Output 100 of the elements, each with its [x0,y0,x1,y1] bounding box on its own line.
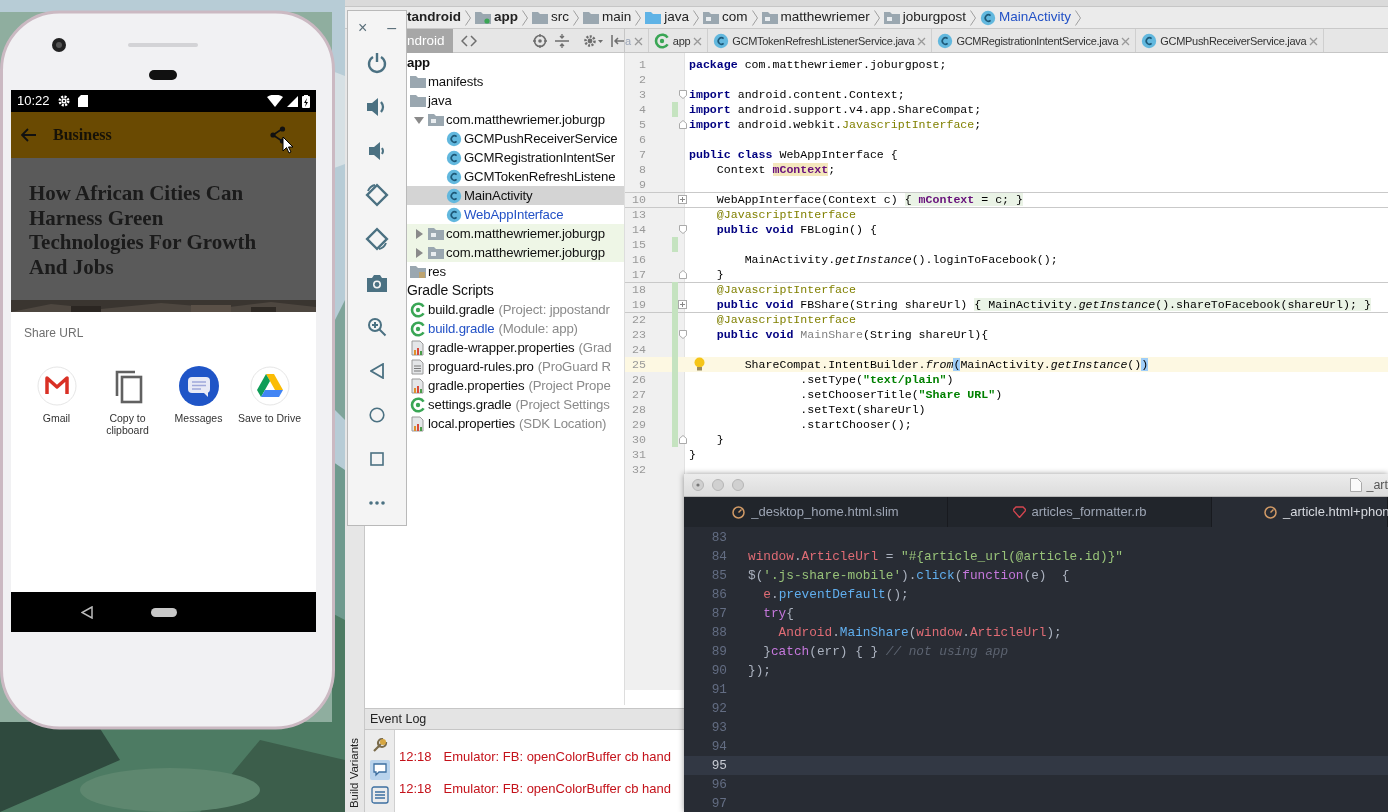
breadcrumb-item[interactable]: main [583,7,632,28]
fold-marker-icon[interactable] [678,330,687,339]
close-icon[interactable] [1309,36,1319,46]
tree-item[interactable]: app [407,53,624,72]
fold-marker-icon[interactable] [678,120,687,129]
tree-item[interactable]: local.properties (SDK Location) [407,414,624,433]
fold-marker-icon[interactable] [678,270,687,279]
zoom-in-icon[interactable] [367,317,387,337]
tree-item[interactable]: GCMPushReceiverService [407,129,624,148]
line-number: 17 [631,267,646,282]
overview-icon[interactable] [370,452,384,466]
cursor-icon [282,136,294,154]
code-line: public void FBLogin() { [715,222,877,237]
tree-item[interactable]: res [407,262,624,281]
back-icon[interactable] [370,363,384,379]
close-icon[interactable] [633,36,643,46]
tree-item[interactable]: MainActivity [407,186,624,205]
tree-item[interactable]: proguard-rules.pro (ProGuard R [407,357,624,376]
rotate-right-icon[interactable] [365,227,389,251]
more-icon[interactable] [369,501,385,505]
folder-icon [532,11,548,24]
breadcrumb-item[interactable]: java [645,7,690,28]
rotate-left-icon[interactable] [365,183,389,207]
chevron-icon [465,9,471,26]
tree-item[interactable]: gradle-wrapper.properties (Grad [407,338,624,357]
breadcrumb-item[interactable]: MainActivity [979,7,1071,28]
breadcrumb-item[interactable]: tandroid [407,7,461,28]
tree-item[interactable]: java [407,91,624,110]
tree-item[interactable]: com.matthewriemer.joburgp [407,110,624,129]
code-line: } [688,447,696,462]
tree-arrow-icon[interactable] [414,228,424,239]
messages-icon[interactable] [178,366,219,406]
line-number: 92 [710,700,727,718]
tree-item[interactable]: manifests [407,72,624,91]
home-icon[interactable] [151,607,177,617]
line-number: 27 [631,387,646,402]
code-line: import android.content.Context; [688,87,905,102]
breadcrumb-item[interactable]: src [532,7,569,28]
fold-marker-icon[interactable] [678,225,687,234]
close-button[interactable]: × [357,16,368,40]
line-number: 9 [638,177,646,192]
collapse-icon[interactable] [554,33,569,48]
fold-marker-icon[interactable] [678,90,687,99]
tree-arrow-icon[interactable] [414,114,424,125]
camera-icon[interactable] [367,274,387,292]
back-arrow-icon[interactable] [21,128,37,142]
tree-item[interactable]: com.matthewriemer.joburgp [407,224,624,243]
power-icon[interactable] [366,52,388,74]
tree-item[interactable]: Gradle Scripts [407,281,624,300]
code-line: WebAppInterface(Context c) { mContext = c; } [715,192,1023,207]
breadcrumb-item[interactable]: joburgpost [883,7,966,28]
line-number: 16 [631,252,646,267]
expand-marker-icon[interactable] [678,300,687,309]
target-label: Save to Drive [237,412,302,424]
ruby-icon [1012,506,1026,518]
code-line: @JavascriptInterface [715,282,856,297]
article-headline: How African Cities Can Harness Green Technologies For Growth And Jobs [28,180,258,281]
close-icon[interactable] [917,36,927,46]
tree-item[interactable]: gradle.properties (Project Prope [407,376,624,395]
tree-item[interactable]: build.gradle (Project: jppostandr [407,300,624,319]
file-tab[interactable]: _article.html+phon [1212,497,1388,527]
line-number: 8 [638,162,646,177]
minimize-button[interactable]: – [387,16,397,40]
close-icon[interactable] [693,36,703,46]
hide-panel-icon[interactable] [610,33,625,48]
breadcrumb-item[interactable]: com [703,7,748,28]
chevron-icon [693,9,700,26]
back-icon[interactable] [81,605,93,619]
line-number: 83 [710,529,727,547]
lightbulb-icon[interactable] [694,357,705,371]
navigate-icon[interactable] [460,34,477,47]
line-number: 96 [710,776,727,794]
breadcrumb-item[interactable]: matthewriemer [761,7,870,28]
tree-arrow-icon[interactable] [414,247,424,258]
close-icon[interactable] [1121,36,1131,46]
settings-icon[interactable] [582,33,603,48]
target-icon[interactable] [532,33,547,48]
tree-item[interactable]: GCMRegistrationIntentSer [407,148,624,167]
tree-item[interactable]: com.matthewriemer.joburgp [407,243,624,262]
package-icon [703,11,720,24]
side-tab[interactable]: Build Variants [345,737,364,808]
tree-item[interactable]: settings.gradle (Project Settings [407,395,624,414]
chat-icon[interactable] [369,760,390,780]
list-settings-icon[interactable] [370,786,389,804]
line-number: 5 [638,117,646,132]
volume-down-icon[interactable] [368,142,386,160]
tree-item[interactable]: build.gradle (Module: app) [407,319,624,338]
tree-item[interactable]: GCMTokenRefreshListene [407,167,624,186]
breadcrumb-item[interactable]: app [475,7,518,28]
line-number: 1 [638,57,646,72]
module-folder-icon [475,11,491,24]
drive-icon[interactable] [249,366,290,406]
close-icon[interactable] [692,479,704,491]
gmail-icon[interactable] [36,366,77,406]
fold-marker-icon[interactable] [678,435,687,444]
expand-marker-icon[interactable] [678,195,687,204]
line-number: 14 [631,222,646,237]
class-icon [979,9,996,26]
code-line: ShareCompat.IntentBuilder.from(MainActivity.getInstance()) [743,357,1149,372]
tree-item[interactable]: WebAppInterface [407,205,624,224]
